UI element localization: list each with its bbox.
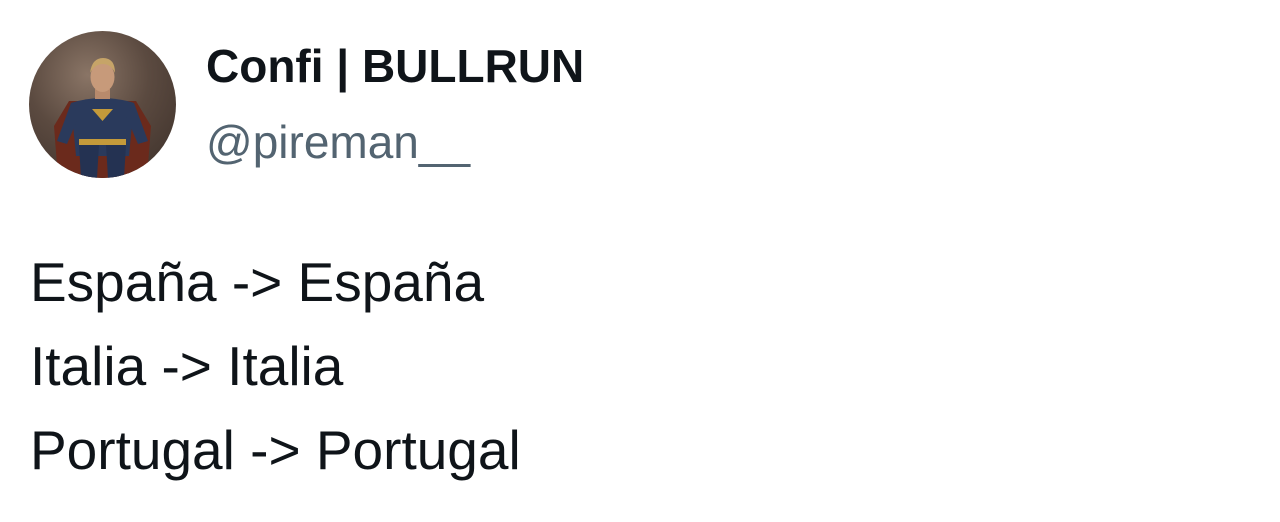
- tweet-card: Confi | BULLRUN @pireman__ España -> Esp…: [0, 0, 1280, 522]
- tweet-text-line: Portugal -> Portugal: [30, 419, 521, 481]
- tweet-text-line: Italia -> Italia: [30, 335, 344, 397]
- tweet-text-line: España -> España: [30, 251, 485, 313]
- avatar[interactable]: [29, 31, 176, 178]
- tweet-text: España -> España Italia -> Italia Portug…: [30, 240, 1230, 492]
- author-display-name[interactable]: Confi | BULLRUN: [206, 38, 584, 94]
- author-handle[interactable]: @pireman__: [206, 114, 470, 170]
- avatar-image: [54, 58, 151, 178]
